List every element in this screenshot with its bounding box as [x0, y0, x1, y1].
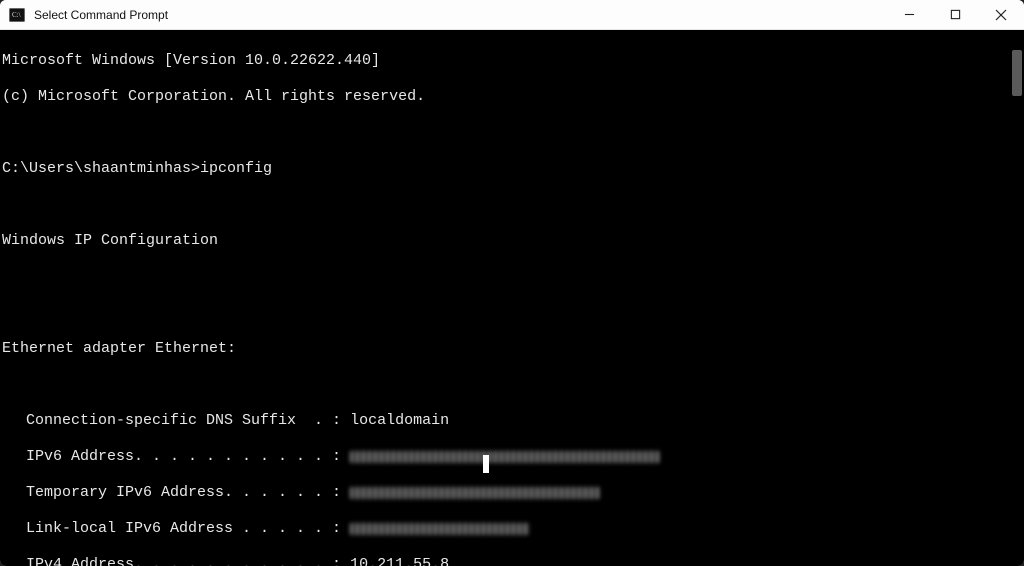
- minimize-icon: [904, 9, 915, 20]
- redacted-temp-ipv6: [350, 487, 600, 499]
- row-ipv4: IPv4 Address. . . . . . . . . . . : 10.2…: [2, 556, 1022, 566]
- row-label: Link-local IPv6 Address . . . . . :: [26, 520, 341, 537]
- window-title: Select Command Prompt: [34, 8, 168, 22]
- row-ipv6: IPv6 Address. . . . . . . . . . . :: [2, 448, 1022, 466]
- prompt-line-1: C:\Users\shaantminhas>ipconfig: [2, 160, 1022, 178]
- svg-text:C:\: C:\: [12, 11, 21, 19]
- row-label: IPv6 Address. . . . . . . . . . . :: [26, 448, 341, 465]
- blank-line: [2, 376, 1022, 394]
- maximize-button[interactable]: [932, 0, 978, 30]
- minimize-button[interactable]: [886, 0, 932, 30]
- maximize-icon: [950, 9, 961, 20]
- row-label: Connection-specific DNS Suffix . :: [26, 412, 341, 429]
- banner-line-1: Microsoft Windows [Version 10.0.22622.44…: [2, 52, 1022, 70]
- text-selection-caret: [483, 455, 489, 473]
- ipconfig-section-title: Windows IP Configuration: [2, 232, 1022, 250]
- row-temp-ipv6: Temporary IPv6 Address. . . . . . :: [2, 484, 1022, 502]
- row-link-local-ipv6: Link-local IPv6 Address . . . . . :: [2, 520, 1022, 538]
- row-value: localdomain: [350, 412, 449, 429]
- terminal-output[interactable]: Microsoft Windows [Version 10.0.22622.44…: [0, 30, 1024, 566]
- row-value: 10.211.55.8: [350, 556, 449, 566]
- row-label: IPv4 Address. . . . . . . . . . . :: [26, 556, 341, 566]
- row-label: Temporary IPv6 Address. . . . . . :: [26, 484, 341, 501]
- redacted-ipv6: [350, 451, 660, 463]
- scrollbar-thumb[interactable]: [1012, 50, 1022, 96]
- prompt-path: C:\Users\shaantminhas>: [2, 160, 200, 177]
- close-button[interactable]: [978, 0, 1024, 30]
- row-dns-suffix: Connection-specific DNS Suffix . : local…: [2, 412, 1022, 430]
- blank-line: [2, 304, 1022, 322]
- redacted-link-local-ipv6: [350, 523, 530, 535]
- typed-command: ipconfig: [200, 160, 272, 177]
- vertical-scrollbar[interactable]: [1010, 30, 1024, 566]
- banner-line-2: (c) Microsoft Corporation. All rights re…: [2, 88, 1022, 106]
- blank-line: [2, 124, 1022, 142]
- adapter-header: Ethernet adapter Ethernet:: [2, 340, 1022, 358]
- titlebar[interactable]: C:\ Select Command Prompt: [0, 0, 1024, 30]
- cmd-icon: C:\: [8, 6, 26, 24]
- terminal-viewport[interactable]: Microsoft Windows [Version 10.0.22622.44…: [0, 30, 1024, 566]
- close-icon: [995, 9, 1007, 21]
- blank-line: [2, 196, 1022, 214]
- blank-line: [2, 268, 1022, 286]
- command-prompt-window: C:\ Select Command Prompt Microsoft Wind…: [0, 0, 1024, 566]
